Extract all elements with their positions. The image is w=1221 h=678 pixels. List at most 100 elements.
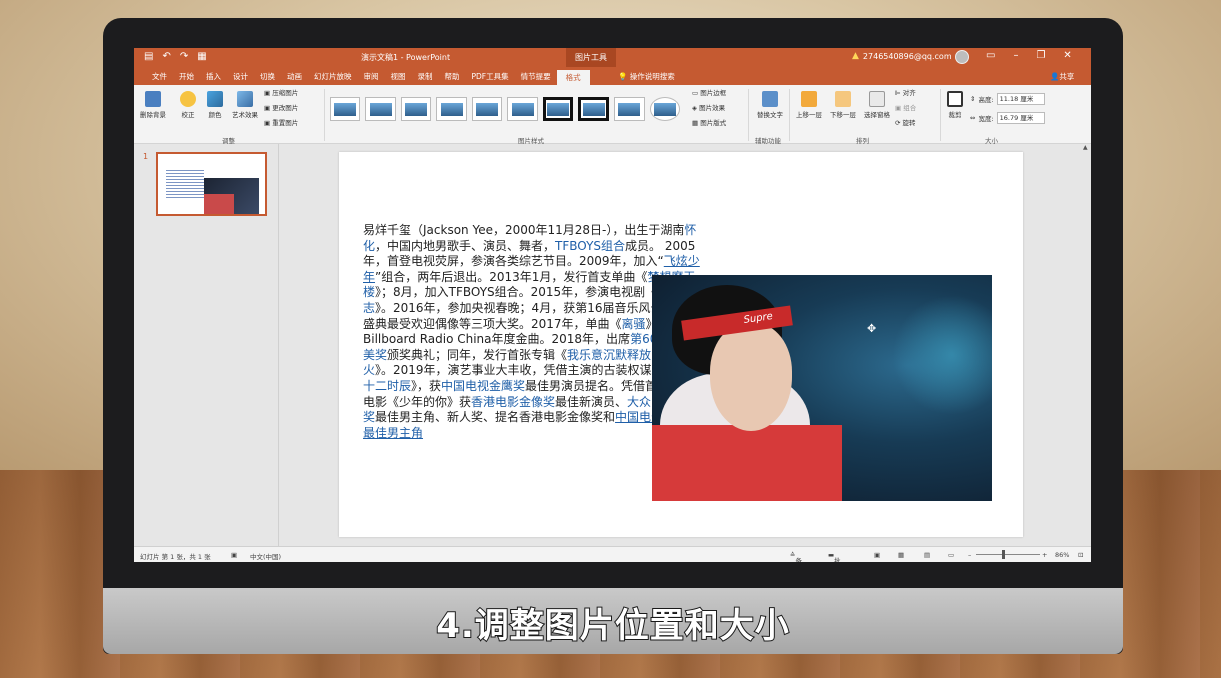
style-thumb[interactable] xyxy=(649,97,680,121)
tab-13[interactable]: 格式 xyxy=(556,70,590,85)
sun-icon xyxy=(180,91,196,107)
slide-count: 幻灯片 第 1 张，共 1 张 xyxy=(140,553,211,561)
style-thumb[interactable] xyxy=(507,97,538,121)
zoom-level[interactable]: 86% xyxy=(1055,551,1069,559)
video-caption: 4.调整图片位置和大小 xyxy=(435,605,790,647)
zoom-slider[interactable] xyxy=(976,554,1040,555)
text-run: 最佳男主角、新人奖、提名香港电影金像奖和 xyxy=(375,410,616,425)
corrections-button[interactable]: 校正 xyxy=(176,91,200,119)
adjust-small-buttons: ▣ 压缩图片 ▣ 更改图片 ▣ 重置图片 xyxy=(264,86,298,131)
crop-button[interactable]: 裁剪 xyxy=(944,91,966,119)
move-cursor-icon[interactable]: ✥ xyxy=(867,322,876,335)
style-thumb[interactable] xyxy=(365,97,396,121)
language[interactable]: 中文(中国) xyxy=(250,551,281,561)
compress-pictures-button[interactable]: ▣ 压缩图片 xyxy=(264,86,298,101)
height-input[interactable]: 11.18 厘米 xyxy=(996,93,1045,105)
rotate-button[interactable]: ⟳ 旋转 xyxy=(895,116,916,131)
reading-view-icon[interactable]: ▤ xyxy=(924,551,930,559)
send-backward-button[interactable]: 下移一层 xyxy=(827,91,859,119)
present-icon[interactable]: ▦ xyxy=(197,51,206,63)
align-button[interactable]: ⊫ 对齐 xyxy=(895,86,916,101)
picture-border-button[interactable]: ▭ 图片边框 xyxy=(692,86,726,101)
tab-2[interactable]: 插入 xyxy=(200,71,227,86)
spell-check-icon[interactable]: ▣ xyxy=(231,551,237,559)
redo-icon[interactable]: ↷ xyxy=(180,51,188,63)
tab-5[interactable]: 动画 xyxy=(281,71,308,86)
restore-icon[interactable]: ❐ xyxy=(1036,50,1045,61)
hyperlink[interactable]: 中国电视金鹰奖 xyxy=(441,379,525,393)
thumbnail-image xyxy=(204,178,259,214)
warning-icon: ▲ xyxy=(852,51,859,61)
alt-text-button[interactable]: 替换文字 xyxy=(756,91,784,119)
undo-icon[interactable]: ↶ xyxy=(162,51,170,63)
style-thumb[interactable] xyxy=(471,97,503,121)
user-email[interactable]: 2746540896@qq.com xyxy=(863,52,952,61)
scroll-up-icon[interactable]: ▲ xyxy=(1083,144,1088,151)
style-thumb[interactable] xyxy=(542,97,574,121)
layout-icon: ▦ xyxy=(692,119,701,127)
zoom-slider-thumb[interactable] xyxy=(1002,550,1005,559)
comments-button[interactable]: ▬ 批注 xyxy=(828,551,841,562)
width-input[interactable]: 16.79 厘米 xyxy=(996,112,1045,124)
tab-6[interactable]: 幻灯片放映 xyxy=(308,71,358,86)
notes-button[interactable]: ≙ 备注 xyxy=(790,551,802,562)
tab-9[interactable]: 录制 xyxy=(412,71,439,86)
alt-text-icon xyxy=(762,91,778,107)
selected-picture[interactable]: Supre ✥ xyxy=(652,275,992,501)
tab-11[interactable]: PDF工具集 xyxy=(466,71,515,86)
share-button[interactable]: 👤共享 xyxy=(1050,71,1074,82)
tab-3[interactable]: 设计 xyxy=(227,71,254,86)
status-bar: 幻灯片 第 1 张，共 1 张 ▣ 中文(中国) ≙ 备注 ▬ 批注 ▣ ▦ ▤… xyxy=(134,546,1091,562)
tab-12[interactable]: 情节提要 xyxy=(515,71,557,86)
style-thumb[interactable] xyxy=(614,97,645,121)
hyperlink[interactable]: TFBOYS组合 xyxy=(555,239,625,253)
slide-sorter-icon[interactable]: ▦ xyxy=(898,551,904,559)
tab-7[interactable]: 审阅 xyxy=(358,71,385,86)
style-thumb[interactable] xyxy=(330,97,361,121)
title-bar: ▤ ↶ ↷ ▦ 演示文稿1 - PowerPoint 图片工具 ▲ 274654… xyxy=(134,48,1091,67)
picture-layout-button[interactable]: ▦ 图片版式 xyxy=(692,116,726,131)
style-thumb[interactable] xyxy=(578,97,610,121)
picture-effects-button[interactable]: ◈ 图片效果 xyxy=(692,101,726,116)
hyperlink[interactable]: 离骚 xyxy=(622,317,646,331)
width-spinner: ⇔ 宽度: 16.79 厘米 xyxy=(970,112,1045,124)
account-area[interactable]: ▲ 2746540896@qq.com xyxy=(852,51,952,61)
tab-0[interactable]: 文件 xyxy=(146,71,173,86)
style-thumb[interactable] xyxy=(436,97,467,121)
normal-view-icon[interactable]: ▣ xyxy=(874,551,880,559)
slide-canvas[interactable]: 易烊千玺（Jackson Yee，2000年11月28日-），出生于湖南怀化，中… xyxy=(339,152,1023,537)
tab-1[interactable]: 开始 xyxy=(173,71,200,86)
tab-10[interactable]: 帮助 xyxy=(439,71,466,86)
zoom-in-icon[interactable]: + xyxy=(1042,551,1047,559)
artistic-effects-button[interactable]: 艺术效果 xyxy=(229,91,261,119)
height-spinner: ⇕ 高度: 11.18 厘米 xyxy=(970,93,1045,105)
width-icon: ⇔ xyxy=(970,114,976,122)
ribbon-format: 删除背景 校正 颜色 艺术效果 ▣ 压缩图片 ▣ 更改图片 ▣ 重置图片 调整 xyxy=(134,85,1091,145)
reset-picture-button[interactable]: ▣ 重置图片 xyxy=(264,116,298,131)
tab-8[interactable]: 视图 xyxy=(385,71,412,86)
slide-thumbnail[interactable] xyxy=(156,152,267,216)
text-run: 最佳新演员、 xyxy=(555,394,628,409)
selection-pane-button[interactable]: 选择窗格 xyxy=(861,91,893,119)
border-icon: ▭ xyxy=(692,89,701,97)
avatar[interactable] xyxy=(955,50,969,64)
close-icon[interactable]: ✕ xyxy=(1063,50,1071,61)
tell-me-search[interactable]: 💡 操作说明搜索 xyxy=(618,71,675,82)
bring-forward-button[interactable]: 上移一层 xyxy=(793,91,825,119)
remove-background-button[interactable]: 删除背景 xyxy=(138,91,168,119)
style-thumb[interactable] xyxy=(400,97,432,121)
minimize-icon[interactable]: – xyxy=(1013,50,1018,61)
group-button[interactable]: ▣ 组合 xyxy=(895,101,916,116)
vertical-scrollbar[interactable]: ▲ xyxy=(1082,144,1091,546)
hyperlink[interactable]: 香港电影金像奖 xyxy=(471,395,555,409)
color-button[interactable]: 颜色 xyxy=(203,91,227,119)
fit-slide-icon[interactable]: ⊡ xyxy=(1078,551,1083,559)
zoom-out-icon[interactable]: – xyxy=(968,551,971,559)
change-picture-button[interactable]: ▣ 更改图片 xyxy=(264,101,298,116)
slide-number: 1 xyxy=(143,152,149,161)
separator xyxy=(748,89,749,141)
ribbon-display-icon[interactable]: ▭ xyxy=(986,50,995,61)
tab-4[interactable]: 切换 xyxy=(254,71,281,86)
save-icon[interactable]: ▤ xyxy=(144,51,153,63)
slideshow-icon[interactable]: ▭ xyxy=(948,551,954,559)
